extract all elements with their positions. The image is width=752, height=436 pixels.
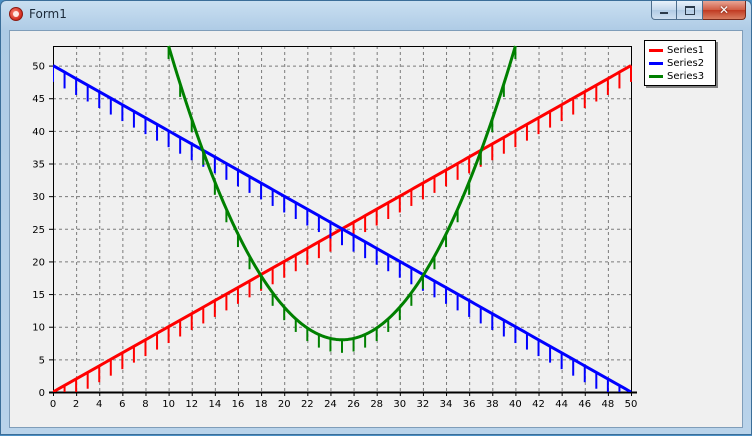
x-tick-label: 38 xyxy=(486,399,499,410)
x-tick-label: 18 xyxy=(255,399,268,410)
y-tick-label: 30 xyxy=(32,192,45,203)
x-tick-label: 4 xyxy=(96,399,102,410)
x-tick-label: 36 xyxy=(463,399,476,410)
x-tick-label: 44 xyxy=(555,399,568,410)
x-tick-label: 20 xyxy=(278,399,291,410)
chart: 0 2 4 6 8 10 12 14 16 18 20 22 24 26 28 30 32 34 36 38 40 42 4… xyxy=(32,45,638,410)
legend-label: Series1 xyxy=(667,45,705,56)
y-tick-label: 15 xyxy=(32,290,45,301)
legend-swatch xyxy=(649,75,663,78)
x-tick-label: 28 xyxy=(370,399,383,410)
x-tick-label: 14 xyxy=(208,399,221,410)
x-tick-label: 22 xyxy=(301,399,314,410)
x-tick-label: 32 xyxy=(417,399,430,410)
x-tick-label: 42 xyxy=(532,399,545,410)
x-tick-label: 50 xyxy=(625,399,638,410)
y-tick-label: 20 xyxy=(32,257,45,268)
legend-item: Series2 xyxy=(645,57,715,70)
y-tick-label: 45 xyxy=(32,94,45,105)
x-tick-label: 6 xyxy=(119,399,125,410)
y-tick-label: 35 xyxy=(32,160,45,171)
x-tick-label: 40 xyxy=(509,399,522,410)
legend-label: Series3 xyxy=(667,71,705,82)
app-window: Form1 ✕ 0 2 4 6 8 10 12 14 16 18 20 22 24 26 28 30 32 34 3… xyxy=(0,0,752,435)
y-tick-label: 10 xyxy=(32,323,45,334)
legend-label: Series2 xyxy=(667,58,705,69)
legend-item: Series1 xyxy=(645,44,715,57)
legend-swatch xyxy=(649,62,663,65)
x-tick-label: 48 xyxy=(602,399,615,410)
y-tick-label: 25 xyxy=(32,225,45,236)
x-tick-label: 12 xyxy=(185,399,198,410)
x-tick-label: 2 xyxy=(73,399,79,410)
x-tick-label: 26 xyxy=(347,399,360,410)
y-tick-label: 50 xyxy=(32,62,45,73)
y-tick-label: 40 xyxy=(32,127,45,138)
x-tick-label: 30 xyxy=(393,399,406,410)
chart-legend: Series1 Series2 Series3 xyxy=(644,40,716,86)
y-tick-label: 5 xyxy=(39,355,45,366)
x-tick-label: 24 xyxy=(324,399,337,410)
x-tick-label: 10 xyxy=(162,399,175,410)
x-tick-label: 34 xyxy=(440,399,453,410)
x-tick-label: 8 xyxy=(142,399,148,410)
y-tick-label: 0 xyxy=(39,388,45,399)
x-tick-label: 0 xyxy=(50,399,56,410)
legend-swatch xyxy=(649,49,663,52)
legend-item: Series3 xyxy=(645,70,715,83)
x-tick-label: 46 xyxy=(578,399,591,410)
x-tick-label: 16 xyxy=(232,399,245,410)
